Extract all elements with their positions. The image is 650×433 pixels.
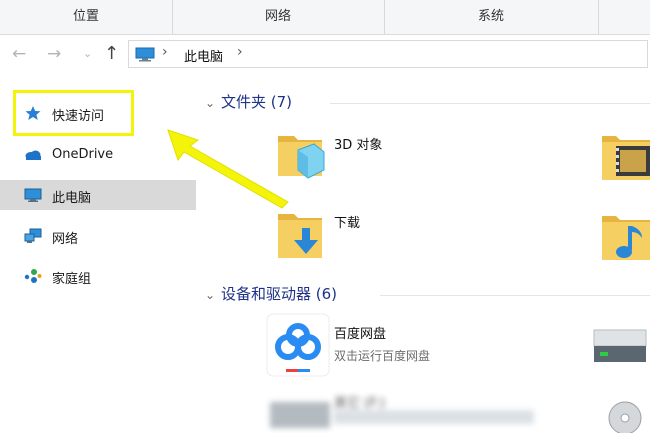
highlight-box bbox=[13, 90, 134, 136]
baidu-netdisk-icon bbox=[266, 313, 330, 377]
breadcrumb-separator-icon[interactable]: › bbox=[237, 44, 243, 60]
ribbon-group-location: 位置 bbox=[0, 0, 173, 34]
folders-group-header[interactable]: ⌄ 文件夹 (7) bbox=[205, 91, 292, 112]
folder-tile-3d-objects[interactable]: 3D 对象 bbox=[268, 118, 568, 184]
breadcrumb-separator-icon: › bbox=[162, 44, 168, 60]
back-button[interactable]: ← bbox=[12, 35, 26, 73]
this-pc-icon bbox=[135, 47, 155, 62]
music-folder-icon[interactable] bbox=[600, 206, 650, 264]
device-description: 双击运行百度网盘 bbox=[334, 349, 431, 363]
monitor-icon bbox=[24, 188, 42, 202]
nav-item-label: 网络 bbox=[52, 232, 79, 247]
network-icon bbox=[24, 228, 42, 243]
drive-icon[interactable] bbox=[590, 326, 650, 376]
nav-item-label: 此电脑 bbox=[52, 191, 92, 206]
group-divider bbox=[330, 103, 650, 104]
group-divider bbox=[380, 295, 650, 296]
downloads-folder-icon bbox=[278, 214, 322, 258]
videos-folder-icon[interactable] bbox=[600, 126, 650, 184]
ribbon-group-system: 系统 bbox=[384, 0, 599, 34]
drive-capacity-bar bbox=[334, 410, 534, 424]
address-bar[interactable]: › 此电脑 › bbox=[128, 40, 648, 68]
homegroup-icon bbox=[24, 269, 42, 283]
cloud-icon bbox=[25, 150, 41, 160]
ribbon-group-network: 网络 bbox=[172, 0, 385, 34]
drive-icon bbox=[270, 402, 330, 428]
nav-item-label: 家庭组 bbox=[52, 272, 92, 287]
optical-drive-icon[interactable] bbox=[600, 396, 650, 433]
folder-name: 3D 对象 bbox=[334, 138, 383, 153]
ribbon-group-bar: 位置 网络 系统 bbox=[0, 0, 650, 35]
folder-tile-downloads[interactable]: 下载 bbox=[268, 196, 568, 262]
nav-item-network[interactable]: 网络 bbox=[0, 221, 196, 251]
navigation-bar: ← → ⌄ ↑ › 此电脑 › bbox=[0, 35, 650, 73]
folders-group-title: 文件夹 (7) bbox=[221, 93, 293, 111]
device-name: 百度网盘 bbox=[334, 327, 387, 342]
devices-group-title: 设备和驱动器 (6) bbox=[221, 285, 338, 303]
nav-item-homegroup[interactable]: 家庭组 bbox=[0, 261, 196, 291]
up-button[interactable]: ↑ bbox=[104, 35, 119, 73]
collapse-chevron-icon: ⌄ bbox=[205, 288, 216, 302]
devices-group-header[interactable]: ⌄ 设备和驱动器 (6) bbox=[205, 283, 337, 304]
recent-locations-chevron-icon[interactable]: ⌄ bbox=[83, 35, 92, 73]
nav-item-label: OneDrive bbox=[52, 147, 114, 162]
breadcrumb-this-pc[interactable]: 此电脑 bbox=[184, 46, 223, 65]
forward-button[interactable]: → bbox=[47, 35, 61, 73]
device-name: 其它 (F:) bbox=[334, 396, 386, 411]
device-tile-baidu-netdisk[interactable]: 百度网盘 双击运行百度网盘 bbox=[266, 313, 586, 381]
device-tile-drive-f[interactable]: 其它 (F:) bbox=[266, 388, 586, 433]
collapse-chevron-icon: ⌄ bbox=[205, 96, 216, 110]
3d-objects-folder-icon bbox=[278, 136, 325, 179]
folder-name: 下载 bbox=[334, 216, 361, 231]
